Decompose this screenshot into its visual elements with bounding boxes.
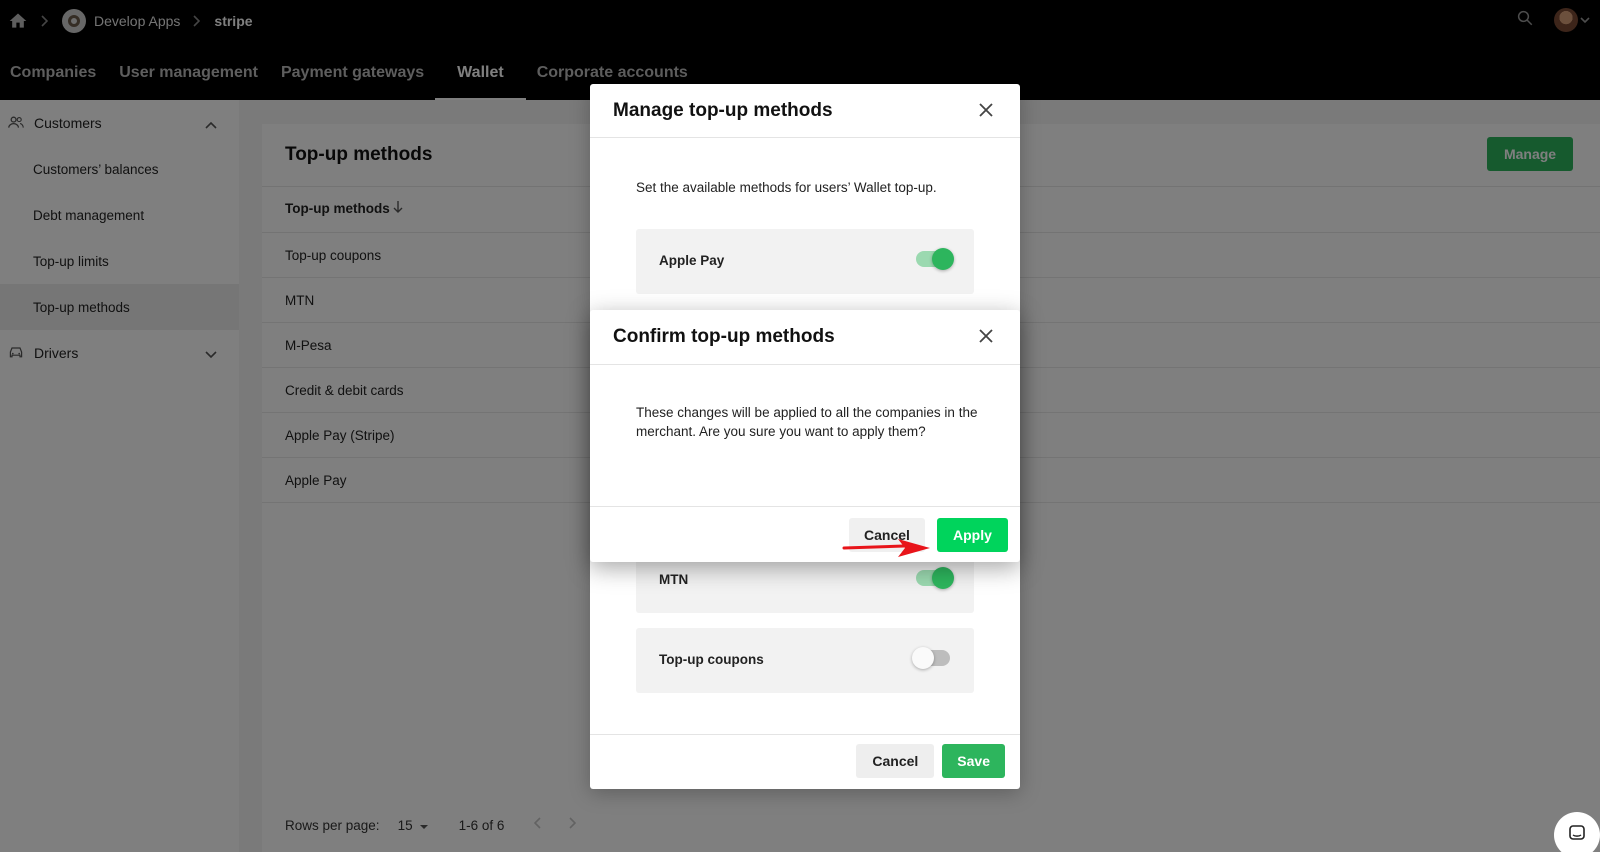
dialog-description: Set the available methods for users’ Wal…: [636, 180, 937, 195]
dialog-footer: Cancel Save: [856, 744, 1005, 778]
close-icon[interactable]: [979, 103, 993, 122]
method-item-apple-pay: Apple Pay: [636, 229, 974, 294]
method-label: Top-up coupons: [659, 652, 764, 667]
method-label: MTN: [659, 572, 689, 587]
divider: [590, 506, 1020, 507]
apply-button[interactable]: Apply: [937, 518, 1008, 552]
method-toggle[interactable]: [916, 248, 954, 270]
save-button[interactable]: Save: [942, 744, 1005, 778]
chat-icon: [1568, 824, 1586, 847]
confirm-top-up-methods-dialog: Confirm top-up methods These changes wil…: [590, 310, 1020, 562]
divider: [590, 137, 1020, 138]
method-toggle[interactable]: [912, 647, 950, 669]
chat-launcher-button[interactable]: [1554, 812, 1600, 852]
cancel-button[interactable]: Cancel: [856, 744, 935, 778]
dialog-message: These changes will be applied to all the…: [636, 405, 978, 439]
annotation-arrow-icon: [842, 539, 930, 557]
method-toggle[interactable]: [916, 567, 954, 589]
dialog-title: Manage top-up methods: [613, 100, 833, 121]
divider: [590, 364, 1020, 365]
close-icon[interactable]: [979, 329, 993, 348]
divider: [590, 734, 1020, 735]
method-label: Apple Pay: [659, 253, 725, 268]
method-item-top-up-coupons: Top-up coupons: [636, 628, 974, 693]
dialog-title: Confirm top-up methods: [613, 326, 835, 347]
